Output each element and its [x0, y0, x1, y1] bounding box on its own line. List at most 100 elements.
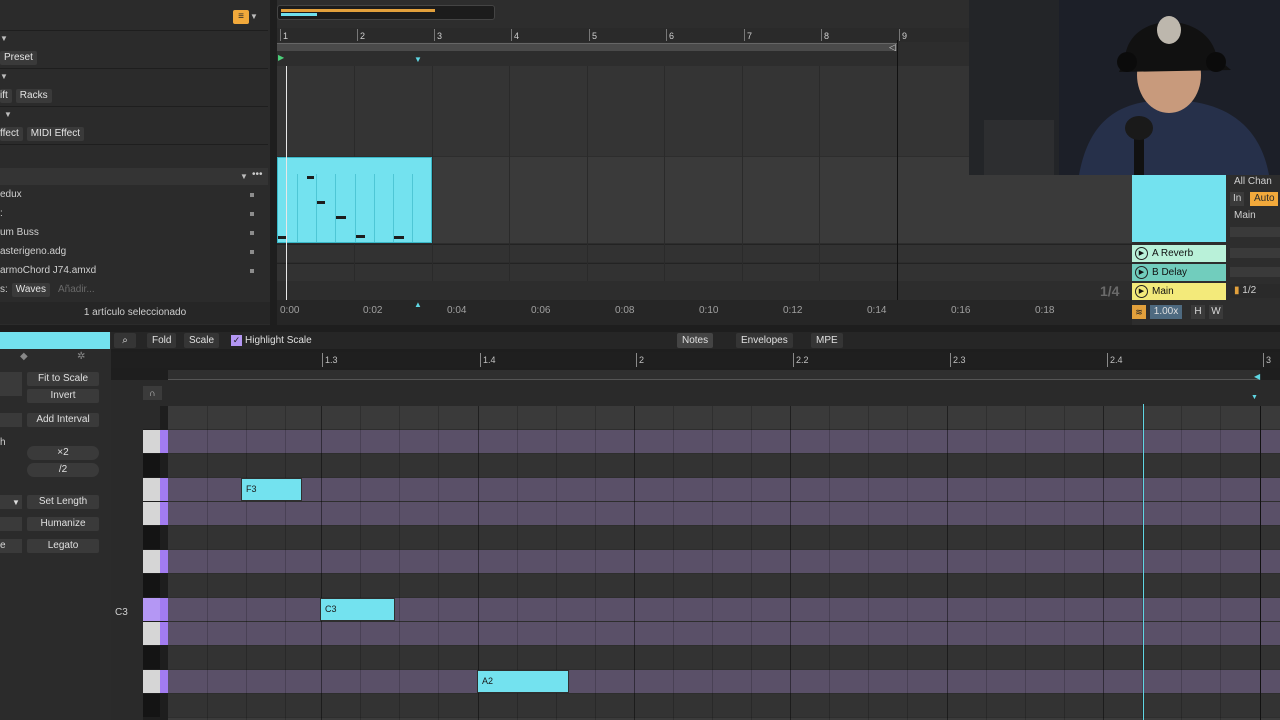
overview-bar[interactable]: [277, 5, 495, 20]
browser-tag-effect[interactable]: ffect: [0, 126, 23, 141]
input-type-select[interactable]: All Chan: [1230, 175, 1280, 189]
piano-roll-ruler[interactable]: 1.3 1.4 2 2.2 2.3 2.4 3: [111, 352, 1280, 368]
tab-mpe[interactable]: MPE: [811, 333, 843, 348]
chevron-down-icon[interactable]: ▼: [12, 498, 20, 507]
chevron-down-icon[interactable]: ▼: [250, 12, 258, 21]
add-interval-button[interactable]: Add Interval: [27, 413, 99, 427]
note-grid[interactable]: F3 C3 A2: [168, 406, 1280, 720]
fold-button[interactable]: Fold: [147, 333, 177, 348]
legato-field[interactable]: e: [0, 539, 22, 553]
browser-list-header: ▼ •••: [0, 168, 268, 185]
places-add[interactable]: Añadir...: [58, 284, 95, 295]
midi-note[interactable]: C3: [320, 598, 395, 621]
ruler-label: 2: [635, 353, 645, 367]
clip-title-bar[interactable]: [0, 332, 110, 349]
loop-end-icon[interactable]: ◁: [889, 42, 896, 53]
more-icon[interactable]: •••: [252, 169, 263, 180]
piano-key-white[interactable]: [143, 670, 168, 694]
piano-key-white[interactable]: [143, 430, 168, 454]
ruler-label: 2.3: [950, 353, 966, 367]
double-length-button[interactable]: ×2: [27, 446, 99, 460]
expand-icon[interactable]: ▼: [0, 72, 8, 81]
list-item[interactable]: armoChord J74.amxd: [0, 261, 262, 280]
piano-key-white[interactable]: [143, 550, 168, 574]
w-button[interactable]: W: [1209, 305, 1223, 319]
midi-clip[interactable]: [277, 157, 432, 243]
h-button[interactable]: H: [1191, 305, 1205, 319]
settings-icon[interactable]: ✲: [77, 351, 85, 362]
list-item[interactable]: asterigeno.adg: [0, 242, 262, 261]
browser-tag-midi-effect[interactable]: MIDI Effect: [26, 126, 84, 141]
list-item[interactable]: :: [0, 204, 262, 223]
loop-end-icon[interactable]: ◀: [1254, 372, 1260, 381]
loop-brace[interactable]: [277, 43, 897, 51]
send-b-delay[interactable]: ▶ B Delay: [1132, 264, 1226, 281]
time-label: 0:18: [1035, 305, 1055, 316]
invert-button[interactable]: Invert: [27, 389, 99, 403]
time-label: 0:06: [531, 305, 551, 316]
piano-key-black[interactable]: [143, 526, 168, 550]
ratio-display[interactable]: ▮ 1/2: [1230, 284, 1280, 298]
browser-tag-ift[interactable]: ift: [0, 88, 12, 103]
play-icon[interactable]: ▶: [1135, 266, 1148, 279]
return-track-lane[interactable]: [277, 263, 1132, 281]
chevron-down-icon[interactable]: ▼: [240, 172, 248, 181]
browser-tag-racks[interactable]: Racks: [15, 88, 52, 103]
filter-icon[interactable]: ≡: [233, 10, 249, 24]
highlight-scale-checkbox[interactable]: ✓: [231, 335, 242, 346]
midi-note[interactable]: F3: [241, 478, 302, 501]
humanize-field[interactable]: [0, 517, 22, 531]
monitor-auto-button[interactable]: Auto: [1250, 192, 1278, 206]
humanize-button[interactable]: Humanize: [27, 517, 99, 531]
browser-tag-preset[interactable]: Preset: [0, 50, 37, 65]
send-knob[interactable]: [1230, 248, 1280, 258]
search-icon[interactable]: ⌕: [114, 333, 136, 348]
scale-icon[interactable]: ◆: [20, 351, 28, 362]
time-label: 0:10: [699, 305, 719, 316]
play-icon[interactable]: ▶: [1135, 285, 1148, 298]
piano-key-black[interactable]: [143, 406, 168, 430]
expand-icon[interactable]: ▼: [4, 110, 12, 119]
tempo-scale[interactable]: 1.00x: [1150, 305, 1182, 319]
piano-key-black[interactable]: [143, 646, 168, 670]
set-length-button[interactable]: Set Length: [27, 495, 99, 509]
tab-notes[interactable]: Notes: [677, 333, 714, 348]
return-track-lane[interactable]: [277, 244, 1132, 262]
send-a-reverb[interactable]: ▶ A Reverb: [1132, 245, 1226, 262]
time-ruler[interactable]: 0:00 0:02 0:04 0:06 0:08 0:10 0:12 0:14 …: [277, 300, 1132, 325]
length-select[interactable]: ▼: [0, 495, 22, 509]
legato-button[interactable]: Legato: [27, 539, 99, 553]
interval-field[interactable]: [0, 413, 22, 427]
fit-to-scale-button[interactable]: Fit to Scale: [27, 372, 99, 386]
midi-note[interactable]: A2: [477, 670, 569, 693]
list-item[interactable]: edux: [0, 185, 262, 204]
headphones-icon[interactable]: ∩: [143, 386, 162, 400]
track-clip-slot[interactable]: [1132, 175, 1226, 242]
tab-envelopes[interactable]: Envelopes: [736, 333, 793, 348]
monitor-in-button[interactable]: In: [1230, 192, 1244, 206]
places-tag-waves[interactable]: Waves: [11, 282, 50, 297]
piano-key-black[interactable]: [143, 454, 168, 478]
pitch-field[interactable]: [0, 372, 22, 396]
send-label: A Reverb: [1152, 248, 1194, 259]
output-channel[interactable]: [1230, 227, 1280, 237]
output-select[interactable]: Main: [1230, 209, 1280, 223]
scale-button[interactable]: Scale: [184, 333, 220, 348]
play-icon[interactable]: ▶: [1135, 247, 1148, 260]
start-marker-icon[interactable]: ▶: [278, 53, 284, 62]
piano-key-black[interactable]: [143, 574, 168, 598]
piano-roll-loop-bar[interactable]: [168, 370, 1260, 380]
cursor-marker-icon: ▼: [1251, 394, 1258, 401]
send-knob[interactable]: [1230, 267, 1280, 277]
half-length-button[interactable]: /2: [27, 463, 99, 477]
piano-roll-toolbar: ⌕ Fold Scale ✓ Highlight Scale Notes Env…: [111, 332, 1280, 349]
tempo-follow-icon[interactable]: ≋: [1132, 305, 1146, 319]
piano-key-white[interactable]: [143, 622, 168, 646]
list-item[interactable]: um Buss: [0, 223, 262, 242]
piano-key-c3[interactable]: [143, 598, 168, 622]
send-main[interactable]: ▶ Main: [1132, 283, 1226, 300]
piano-key-black[interactable]: [143, 694, 168, 718]
piano-key-white[interactable]: [143, 502, 168, 526]
expand-icon[interactable]: ▼: [0, 34, 8, 43]
piano-key-white[interactable]: [143, 478, 168, 502]
